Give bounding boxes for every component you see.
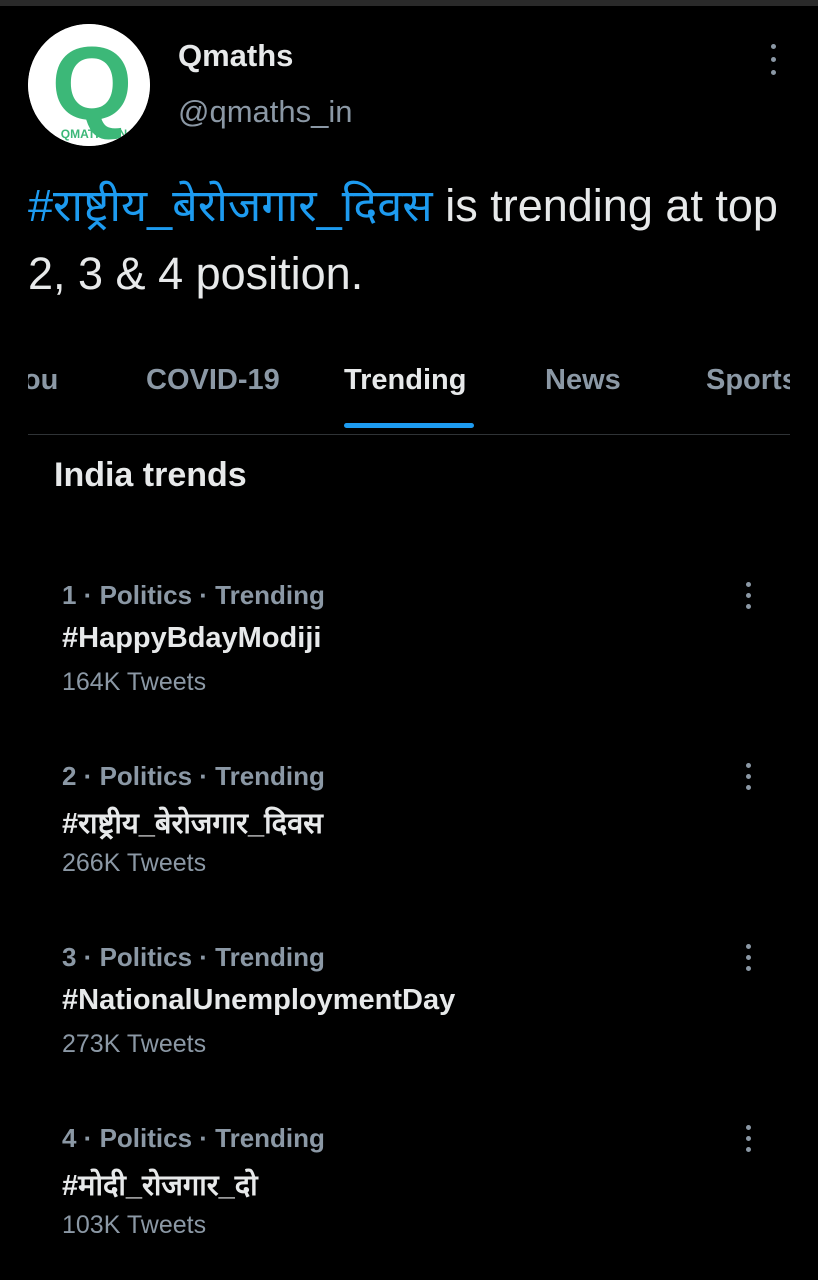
user-handle[interactable]: @qmaths_in: [178, 94, 353, 130]
trend-hashtag[interactable]: #मोदी_रोजगार_दो: [62, 1165, 258, 1204]
trend-tweet-count: 103K Tweets: [62, 1211, 207, 1239]
avatar[interactable]: Q QMATHS.IN: [28, 24, 150, 146]
more-vertical-icon[interactable]: [736, 757, 760, 797]
trend-hashtag[interactable]: #NationalUnemploymentDay: [62, 984, 455, 1017]
trend-hashtag[interactable]: #HappyBdayModiji: [62, 622, 321, 655]
tab-news[interactable]: News: [545, 364, 621, 397]
tab-for-you[interactable]: For you: [28, 364, 58, 397]
trend-tweet-count: 266K Tweets: [62, 849, 207, 877]
trend-meta: 4 · Politics · Trending: [62, 1123, 325, 1153]
trend-meta: 3 · Politics · Trending: [62, 942, 325, 972]
trend-tweet-count: 164K Tweets: [62, 668, 207, 696]
more-vertical-icon[interactable]: [760, 40, 786, 80]
trend-item[interactable]: 2 · Politics · Trending #राष्ट्रीय_बेरोज…: [0, 761, 818, 911]
more-vertical-icon[interactable]: [736, 938, 760, 978]
tab-covid-19[interactable]: COVID-19: [146, 364, 280, 397]
more-vertical-icon[interactable]: [736, 576, 760, 616]
tweet-text: #राष्ट्रीय_बेरोजगार_दिवस is trending at …: [28, 172, 798, 308]
tab-trending[interactable]: Trending: [344, 364, 466, 397]
tab-sports[interactable]: Sports: [706, 364, 790, 397]
avatar-letter: Q: [52, 26, 133, 142]
qmaths-logo: Q QMATHS.IN: [28, 24, 150, 146]
trend-item[interactable]: 4 · Politics · Trending #मोदी_रोजगार_दो …: [0, 1123, 818, 1273]
trend-item[interactable]: 1 · Politics · Trending #HappyBdayModiji…: [0, 580, 818, 730]
trend-hashtag[interactable]: #राष्ट्रीय_बेरोजगार_दिवस: [62, 803, 323, 842]
avatar-caption: QMATHS.IN: [61, 127, 127, 141]
more-vertical-icon[interactable]: [736, 1119, 760, 1159]
tweet-hashtag-link[interactable]: #राष्ट्रीय_बेरोजगार_दिवस: [28, 180, 433, 231]
section-title: India trends: [54, 456, 247, 494]
active-tab-indicator: [344, 423, 474, 428]
trend-meta: 2 · Politics · Trending: [62, 761, 325, 791]
trend-meta: 1 · Politics · Trending: [62, 580, 325, 610]
display-name[interactable]: Qmaths: [178, 38, 293, 74]
trend-item[interactable]: 3 · Politics · Trending #NationalUnemplo…: [0, 942, 818, 1092]
explore-tabs: For you COVID-19 Trending News Sports: [28, 352, 790, 435]
top-divider: [0, 0, 818, 6]
trend-tweet-count: 273K Tweets: [62, 1030, 207, 1058]
